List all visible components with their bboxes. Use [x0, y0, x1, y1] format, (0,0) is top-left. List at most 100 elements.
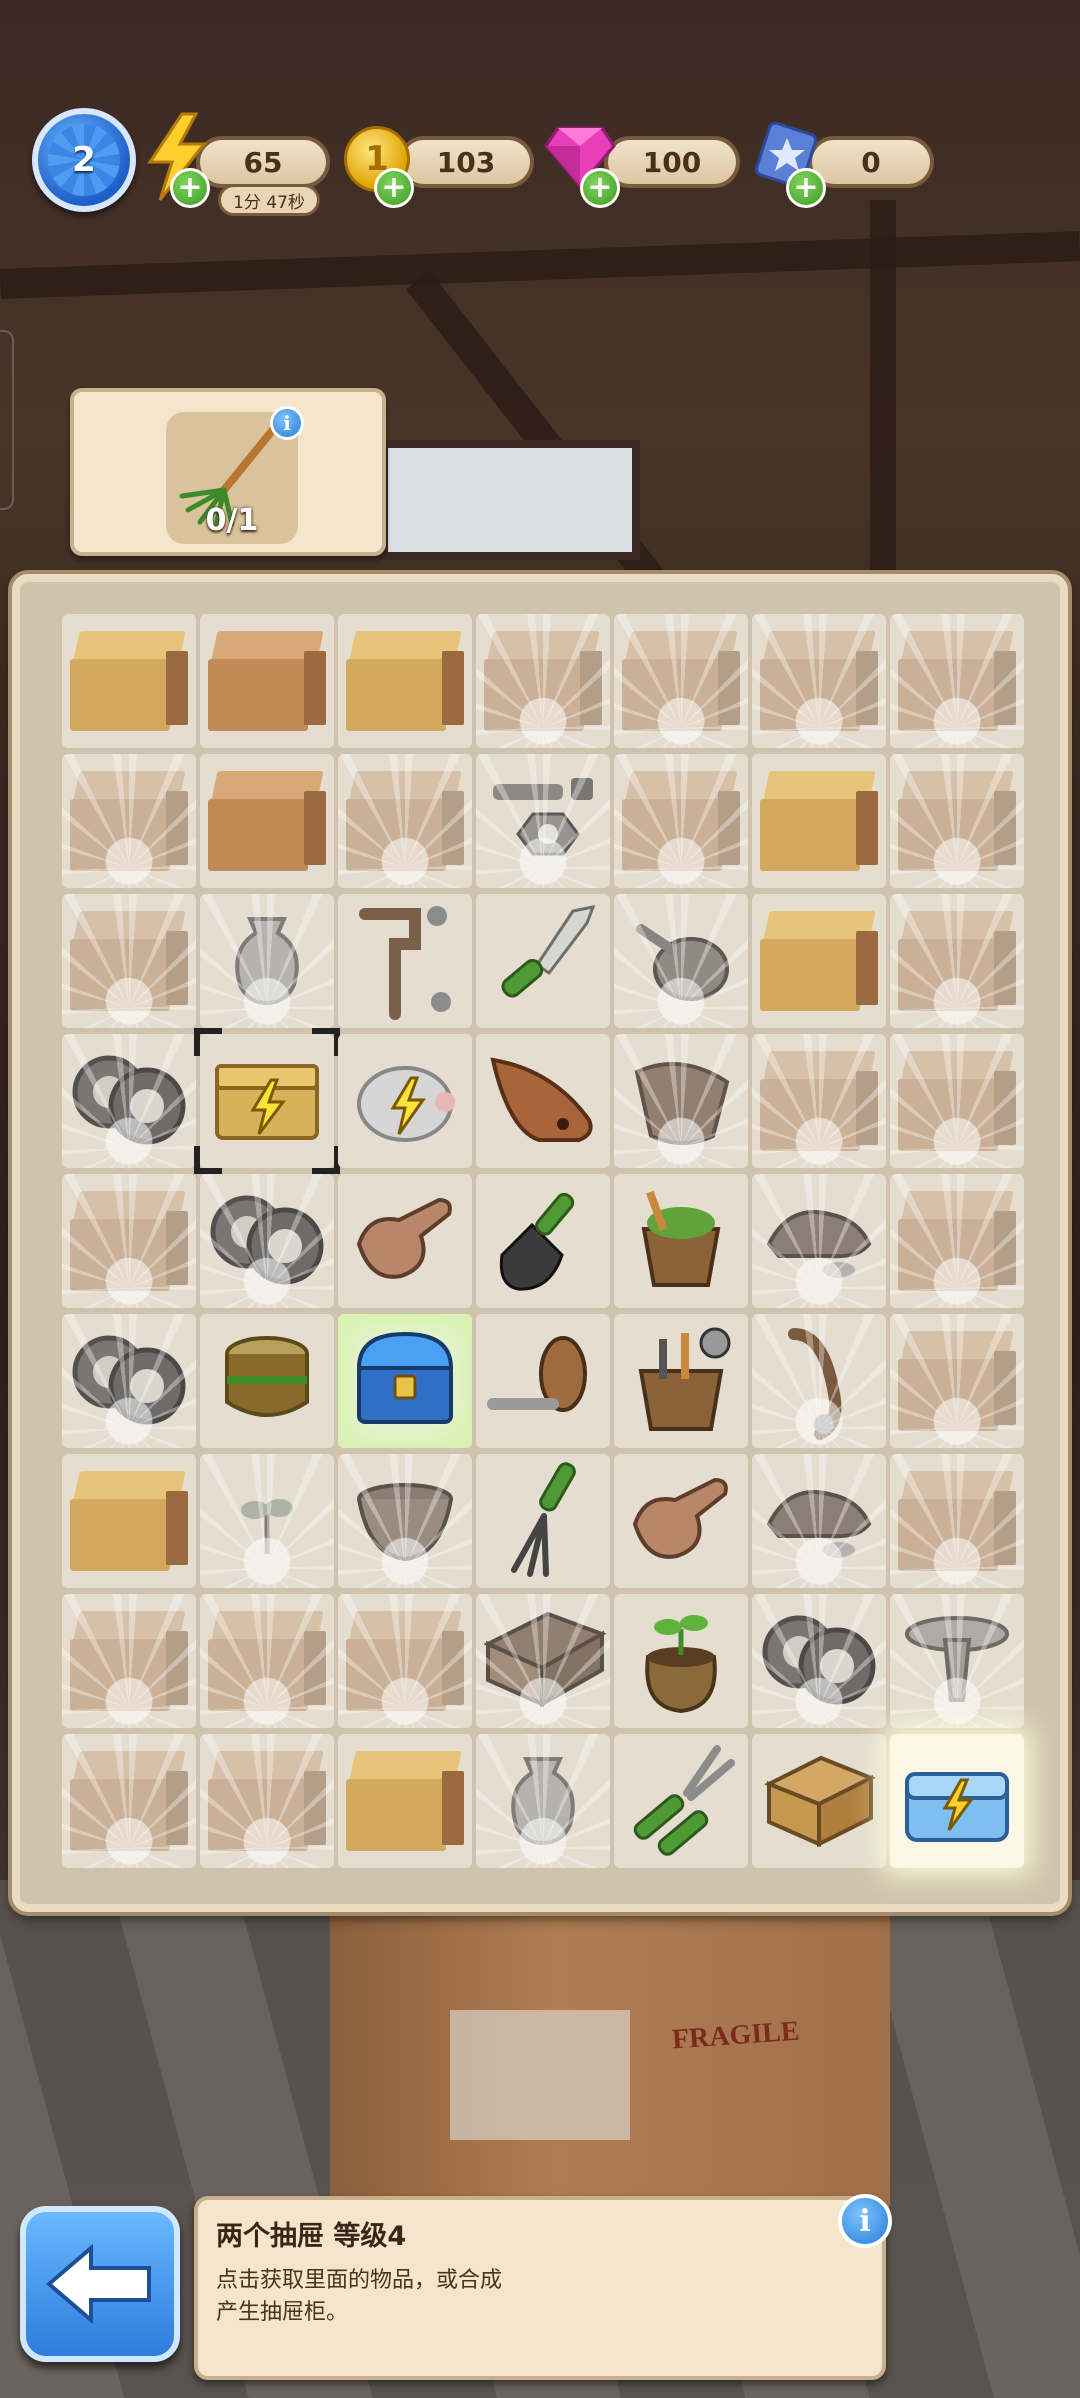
item-info-icon[interactable]: i	[838, 2194, 892, 2248]
board-cell[interactable]	[476, 614, 610, 748]
board-cell[interactable]	[614, 1734, 748, 1868]
board-cell[interactable]	[614, 1174, 748, 1308]
board-cell[interactable]	[338, 894, 472, 1028]
board-cell[interactable]	[338, 1594, 472, 1728]
board-cell[interactable]	[614, 754, 748, 888]
board-cell[interactable]	[200, 1734, 334, 1868]
board-cell[interactable]	[200, 754, 334, 888]
board-cell[interactable]	[338, 1174, 472, 1308]
board-cell[interactable]	[752, 894, 886, 1028]
board-cell[interactable]	[200, 1174, 334, 1308]
add-energy-button[interactable]: +	[170, 168, 210, 208]
board-cell[interactable]	[476, 1034, 610, 1168]
board-cell[interactable]	[338, 754, 472, 888]
bolts-nuts-icon	[483, 764, 603, 878]
board-cell[interactable]	[62, 1454, 196, 1588]
cardboard-box-icon	[898, 771, 1016, 871]
board-cell[interactable]	[200, 1314, 334, 1448]
board-cell[interactable]	[62, 754, 196, 888]
board-cell[interactable]	[752, 614, 886, 748]
board-cell[interactable]	[62, 614, 196, 748]
add-coins-button[interactable]: +	[374, 168, 414, 208]
cardboard-box-icon	[208, 1611, 326, 1711]
board-cell[interactable]	[614, 614, 748, 748]
board-cell[interactable]	[338, 1034, 472, 1168]
board-cell[interactable]	[476, 1454, 610, 1588]
cardboard-box-icon	[760, 771, 878, 871]
board-cell[interactable]	[614, 894, 748, 1028]
pruning-shears-icon	[621, 1739, 741, 1863]
board-cell[interactable]	[476, 1594, 610, 1728]
board-cell[interactable]	[890, 1454, 1024, 1588]
board-cell[interactable]	[476, 1314, 610, 1448]
board-cell[interactable]	[890, 1034, 1024, 1168]
blue-chest-icon	[345, 1324, 465, 1438]
birdbath-icon	[897, 1604, 1017, 1718]
bowl-icon	[350, 1469, 460, 1573]
energy-value: 65	[243, 145, 283, 179]
board-cell[interactable]	[890, 1174, 1024, 1308]
board-cell[interactable]	[62, 1314, 196, 1448]
board-cell[interactable]	[614, 1314, 748, 1448]
board-cell[interactable]	[338, 1454, 472, 1588]
board-cell[interactable]	[476, 1174, 610, 1308]
energy-counter[interactable]: 65	[196, 136, 330, 188]
cardboard-box-icon	[208, 1751, 326, 1851]
energy-timer: 1分 47秒	[218, 184, 320, 216]
board-cell[interactable]	[476, 894, 610, 1028]
board-cell[interactable]	[200, 1454, 334, 1588]
tires-icon	[207, 1184, 327, 1298]
board-cell[interactable]	[614, 1594, 748, 1728]
cardboard-box-icon	[346, 631, 464, 731]
tires-icon	[69, 1044, 189, 1158]
shoes-icon	[759, 1464, 879, 1578]
gem-value: 100	[642, 145, 702, 179]
add-gems-button[interactable]: +	[580, 168, 620, 208]
board-cell[interactable]	[338, 1314, 472, 1448]
board-cell[interactable]	[338, 1734, 472, 1868]
gem-counter[interactable]: 100	[604, 136, 740, 188]
add-cards-button[interactable]: +	[786, 168, 826, 208]
board-cell[interactable]	[752, 1454, 886, 1588]
order-goal-card[interactable]: 0/1 i	[70, 388, 386, 556]
board-cell[interactable]	[338, 614, 472, 748]
board-cell[interactable]	[890, 614, 1024, 748]
board-cell[interactable]	[614, 1034, 748, 1168]
board-cell[interactable]	[752, 1314, 886, 1448]
board-cell[interactable]	[476, 1734, 610, 1868]
board-cell[interactable]	[476, 754, 610, 888]
board-cell[interactable]	[614, 1454, 748, 1588]
board-cell[interactable]	[62, 1174, 196, 1308]
board-cell[interactable]	[890, 1314, 1024, 1448]
cardboard-box-icon	[70, 1471, 188, 1571]
hand-fork-icon	[488, 1454, 598, 1588]
board-cell[interactable]	[752, 754, 886, 888]
board-cell[interactable]	[200, 614, 334, 748]
board-cell[interactable]	[752, 1034, 886, 1168]
board-cell[interactable]	[752, 1594, 886, 1728]
board-cell[interactable]	[200, 894, 334, 1028]
board-cell[interactable]	[62, 1734, 196, 1868]
board-cell[interactable]	[62, 1034, 196, 1168]
wood-drawer-icon	[478, 1604, 608, 1718]
large-cardboard-box: FRAGILE	[330, 1880, 890, 2210]
board-cell[interactable]	[890, 754, 1024, 888]
board-cell[interactable]	[62, 894, 196, 1028]
cardboard-box-icon	[898, 1051, 1016, 1151]
board-cell[interactable]	[200, 1594, 334, 1728]
board-cell[interactable]	[194, 1028, 340, 1174]
faucet-pipe-icon	[345, 894, 465, 1028]
coin-counter[interactable]: 103	[398, 136, 534, 188]
card-value: 0	[861, 145, 881, 179]
level-badge[interactable]: 2	[32, 108, 136, 212]
board-cell[interactable]	[752, 1734, 886, 1868]
board-cell[interactable]	[890, 894, 1024, 1028]
card-counter[interactable]: 0	[808, 136, 934, 188]
goal-info-icon[interactable]: i	[270, 406, 304, 440]
board-cell[interactable]	[62, 1594, 196, 1728]
board-cell[interactable]	[890, 1734, 1024, 1868]
back-button[interactable]	[20, 2206, 180, 2362]
cardboard-box-icon	[898, 1331, 1016, 1431]
board-cell[interactable]	[752, 1174, 886, 1308]
board-cell[interactable]	[890, 1594, 1024, 1728]
